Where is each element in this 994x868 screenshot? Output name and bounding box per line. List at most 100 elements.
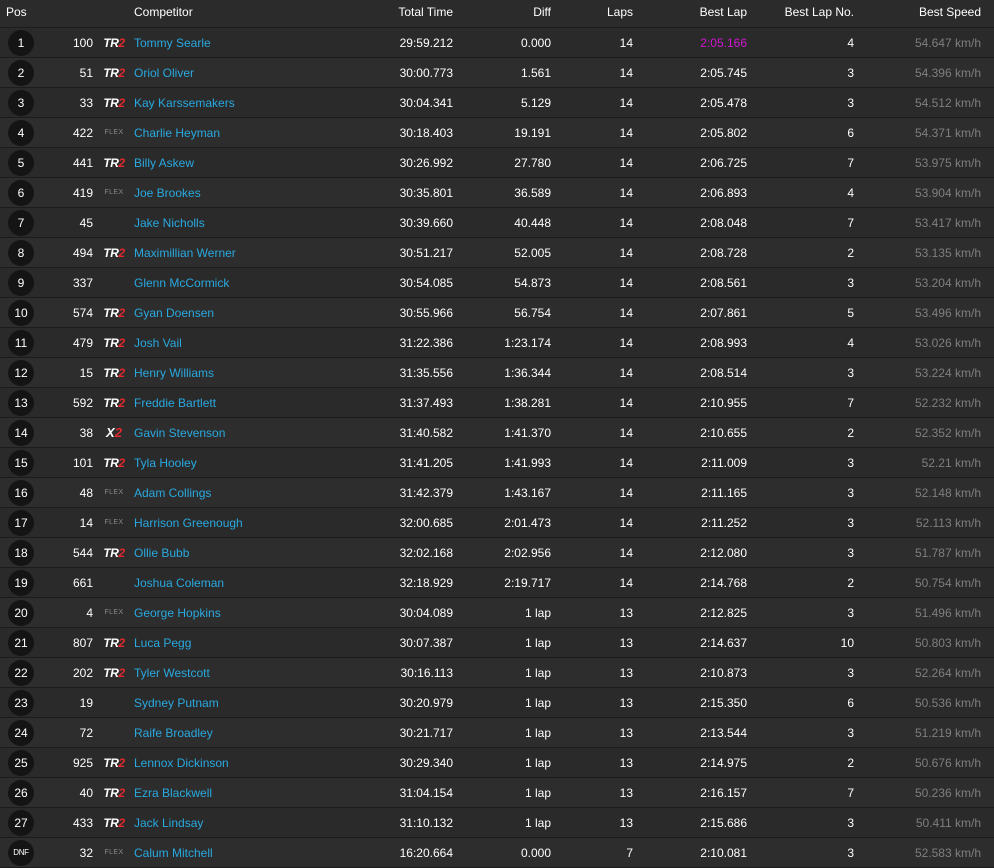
- competitor-link[interactable]: George Hopkins: [134, 606, 221, 620]
- competitor-link[interactable]: Tyler Westcott: [134, 666, 210, 680]
- competitor-link[interactable]: Tommy Searle: [134, 36, 211, 50]
- competitor-link[interactable]: Oriol Oliver: [134, 66, 194, 80]
- best-lap-no: 7: [847, 215, 854, 230]
- competitor-link[interactable]: Henry Williams: [134, 366, 214, 380]
- logo-suffix: 2: [118, 395, 125, 410]
- best-lap-no: 3: [847, 275, 854, 290]
- tr2-logo-icon: TR2: [103, 156, 125, 170]
- best-lap: 2:16.157: [700, 785, 747, 800]
- competitor-link[interactable]: Josh Vail: [134, 336, 182, 350]
- competitor-link[interactable]: Kay Karssemakers: [134, 96, 235, 110]
- logo-suffix: 2: [118, 635, 125, 650]
- competitor-link[interactable]: Jake Nicholls: [134, 216, 205, 230]
- competitor-link[interactable]: Gyan Doensen: [134, 306, 214, 320]
- bike-brand-cell: TR2: [100, 748, 128, 777]
- bike-brand-cell: FLEX: [100, 478, 128, 507]
- best-lap-no: 4: [847, 335, 854, 350]
- position-cell: 9: [7, 268, 35, 297]
- bike-brand-cell: [100, 718, 128, 747]
- best-speed: 51.787 km/h: [914, 545, 981, 560]
- position-badge: 10: [8, 299, 34, 326]
- competitor-link[interactable]: Ezra Blackwell: [134, 786, 212, 800]
- header-diff: Diff: [533, 4, 551, 19]
- bike-brand-cell: TR2: [100, 538, 128, 567]
- best-lap-no: 2: [847, 755, 854, 770]
- competitor-link[interactable]: Jack Lindsay: [134, 816, 203, 830]
- race-number: 807: [72, 635, 93, 650]
- competitor-link[interactable]: Billy Askew: [134, 156, 194, 170]
- competitor-link[interactable]: Joe Brookes: [134, 186, 201, 200]
- bike-brand-cell: TR2: [100, 658, 128, 687]
- competitor-cell: George Hopkins: [134, 598, 364, 627]
- logo-prefix: TR: [103, 305, 119, 320]
- laps: 13: [619, 695, 633, 710]
- competitor-link[interactable]: Sydney Putnam: [134, 696, 219, 710]
- best-lap: 2:12.825: [700, 605, 747, 620]
- competitor-cell: Billy Askew: [134, 148, 364, 177]
- best-speed: 52.21 km/h: [921, 455, 981, 470]
- competitor-link[interactable]: Gavin Stevenson: [134, 426, 225, 440]
- best-speed: 52.264 km/h: [914, 665, 981, 680]
- competitor-cell: Henry Williams: [134, 358, 364, 387]
- total-time: 32:02.168: [399, 545, 453, 560]
- competitor-link[interactable]: Adam Collings: [134, 486, 211, 500]
- position-cell: 22: [7, 658, 35, 687]
- competitor-cell: Joshua Coleman: [134, 568, 364, 597]
- competitor-link[interactable]: Harrison Greenough: [134, 516, 243, 530]
- competitor-link[interactable]: Calum Mitchell: [134, 846, 213, 860]
- competitor-link[interactable]: Ollie Bubb: [134, 546, 189, 560]
- competitor-link[interactable]: Tyla Hooley: [134, 456, 197, 470]
- race-number: 419: [72, 185, 93, 200]
- diff: 1 lap: [524, 635, 551, 650]
- bike-brand-cell: FLEX: [100, 598, 128, 627]
- table-row: 1 100 TR2 Tommy Searle 29:59.212 0.000 14 2:05.…: [0, 28, 994, 58]
- competitor-link[interactable]: Freddie Bartlett: [134, 396, 216, 410]
- best-lap: 2:12.080: [700, 545, 747, 560]
- bike-brand-cell: TR2: [100, 358, 128, 387]
- diff: 1 lap: [524, 665, 551, 680]
- best-lap: 2:14.975: [700, 755, 747, 770]
- total-time: 30:07.387: [399, 635, 453, 650]
- best-speed: 53.417 km/h: [914, 215, 981, 230]
- table-row: 6 419 FLEX Joe Brookes 30:35.801 36.589 14 2:06…: [0, 178, 994, 208]
- competitor-link[interactable]: Glenn McCormick: [134, 276, 229, 290]
- competitor-cell: Raife Broadley: [134, 718, 364, 747]
- diff: 19.191: [514, 125, 551, 140]
- competitor-link[interactable]: Maximillian Werner: [134, 246, 236, 260]
- best-lap: 2:11.165: [701, 485, 747, 500]
- best-speed: 50.754 km/h: [914, 575, 981, 590]
- bike-brand-cell: TR2: [100, 298, 128, 327]
- bike-brand-cell: TR2: [100, 778, 128, 807]
- table-row: 19 661 Joshua Coleman 32:18.929 2:19.717 14 2:…: [0, 568, 994, 598]
- logo-prefix: TR: [103, 635, 119, 650]
- total-time: 32:18.929: [399, 575, 453, 590]
- laps: 14: [619, 365, 633, 380]
- competitor-link[interactable]: Joshua Coleman: [134, 576, 224, 590]
- bike-brand-cell: [100, 208, 128, 237]
- race-number: 101: [72, 455, 93, 470]
- competitor-cell: Josh Vail: [134, 328, 364, 357]
- table-row: 8 494 TR2 Maximillian Werner 30:51.217 52.005…: [0, 238, 994, 268]
- best-speed: 54.371 km/h: [914, 125, 981, 140]
- total-time: 31:22.386: [399, 335, 453, 350]
- race-number: 4: [86, 605, 93, 620]
- competitor-link[interactable]: Luca Pegg: [134, 636, 191, 650]
- race-number: 544: [72, 545, 93, 560]
- table-row: 12 15 TR2 Henry Williams 31:35.556 1:36.344 14…: [0, 358, 994, 388]
- tr2-logo-icon: TR2: [103, 665, 125, 680]
- logo-prefix: TR: [103, 665, 119, 680]
- competitor-cell: Oriol Oliver: [134, 58, 364, 87]
- bike-brand-cell: FLEX: [100, 118, 128, 147]
- header-best-speed: Best Speed: [918, 4, 981, 19]
- competitor-link[interactable]: Lennox Dickinson: [134, 756, 229, 770]
- laps: 14: [619, 545, 633, 560]
- competitor-link[interactable]: Charlie Heyman: [134, 126, 220, 140]
- x2-logo-icon: X2: [106, 425, 122, 440]
- competitor-cell: Joe Brookes: [134, 178, 364, 207]
- best-lap-no: 3: [847, 725, 854, 740]
- competitor-link[interactable]: Raife Broadley: [134, 726, 213, 740]
- race-number: 661: [72, 575, 93, 590]
- diff: 1:36.344: [504, 365, 551, 380]
- total-time: 31:42.379: [399, 485, 453, 500]
- table-row: 5 441 TR2 Billy Askew 30:26.992 27.780 14 2:06.…: [0, 148, 994, 178]
